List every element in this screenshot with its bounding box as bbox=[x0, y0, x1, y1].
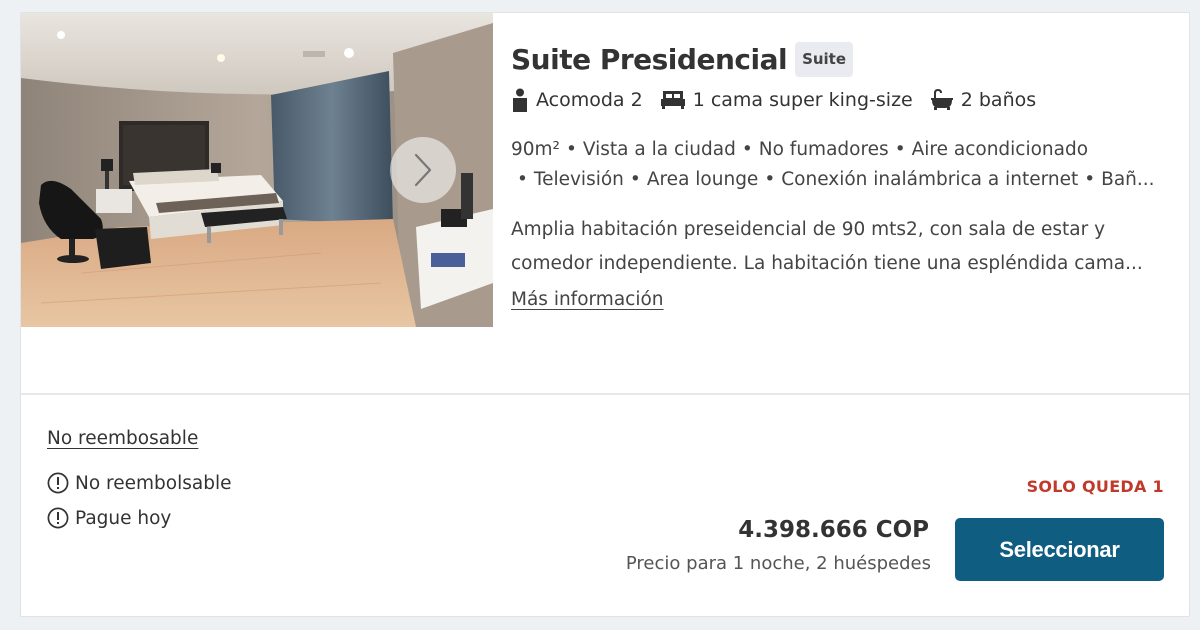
bathtub-icon bbox=[930, 89, 953, 110]
amenity-item: Aire acondicionado bbox=[911, 139, 1089, 160]
room-info: Suite Presidencial Suite Acomoda 2 1 cam… bbox=[511, 37, 1176, 310]
policy-pay-today: Pague hoy bbox=[47, 507, 171, 529]
room-title-row: Suite Presidencial Suite bbox=[511, 37, 1176, 81]
policy-label: Pague hoy bbox=[75, 507, 172, 529]
spec-baths-label: 2 baños bbox=[960, 89, 1037, 111]
info-circle-icon bbox=[47, 472, 69, 494]
rate-name-link[interactable]: No reembosable bbox=[47, 428, 198, 449]
price-total: 4.398.666 COP bbox=[738, 517, 929, 543]
spec-baths: 2 baños bbox=[930, 89, 1036, 111]
spec-bed: 1 cama super king-size bbox=[660, 89, 913, 111]
amenity-item: Area lounge bbox=[646, 169, 759, 190]
amenities-list: 90m² • Vista a la ciudad • No fumadores • Aire… bbox=[511, 135, 1176, 195]
spec-occupancy-label: Acomoda 2 bbox=[536, 89, 643, 111]
room-specs: Acomoda 2 1 cama super king-size 2 baños bbox=[511, 85, 1176, 115]
availability-badge: SOLO QUEDA 1 bbox=[1026, 477, 1164, 496]
section-divider bbox=[21, 393, 1189, 395]
room-title: Suite Presidencial bbox=[511, 42, 788, 76]
amenity-item: No fumadores bbox=[758, 139, 889, 160]
amenities-line-2: • Televisión • Area lounge • Conexión inalámb… bbox=[517, 169, 1155, 190]
amenity-item: Conexión inalámbrica a internet bbox=[781, 169, 1079, 190]
bed-icon bbox=[660, 91, 685, 109]
chevron-right-icon bbox=[414, 153, 432, 187]
amenities-line-1: 90m² • Vista a la ciudad • No fumadores • Aire… bbox=[511, 139, 1089, 160]
spec-bed-label: 1 cama super king-size bbox=[692, 89, 913, 111]
room-photo[interactable] bbox=[21, 13, 493, 327]
policy-label: No reembolsable bbox=[75, 472, 232, 494]
person-icon bbox=[513, 88, 527, 112]
amenity-item: Televisión bbox=[533, 169, 624, 190]
policy-non-refundable: No reembolsable bbox=[47, 472, 231, 494]
amenity-item: Bañ... bbox=[1101, 169, 1155, 190]
spec-occupancy: Acomoda 2 bbox=[511, 88, 643, 112]
carousel-next-button[interactable] bbox=[390, 137, 456, 203]
amenity-item: Vista a la ciudad bbox=[582, 139, 736, 160]
info-circle-icon bbox=[47, 507, 69, 529]
description-line-1: Amplia habitación preseidencial de 90 mt… bbox=[511, 219, 1106, 240]
room-card: Suite Presidencial Suite Acomoda 2 1 cam… bbox=[20, 12, 1190, 617]
price-note: Precio para 1 noche, 2 huéspedes bbox=[625, 553, 931, 574]
room-type-tag: Suite bbox=[795, 41, 854, 77]
select-room-button[interactable]: Seleccionar bbox=[955, 518, 1164, 581]
room-description: Amplia habitación preseidencial de 90 mt… bbox=[511, 213, 1161, 281]
description-line-2: comedor independiente. La habitación tie… bbox=[511, 253, 1143, 274]
amenity-item: 90m² bbox=[511, 139, 560, 160]
more-info-link[interactable]: Más información bbox=[511, 289, 664, 310]
